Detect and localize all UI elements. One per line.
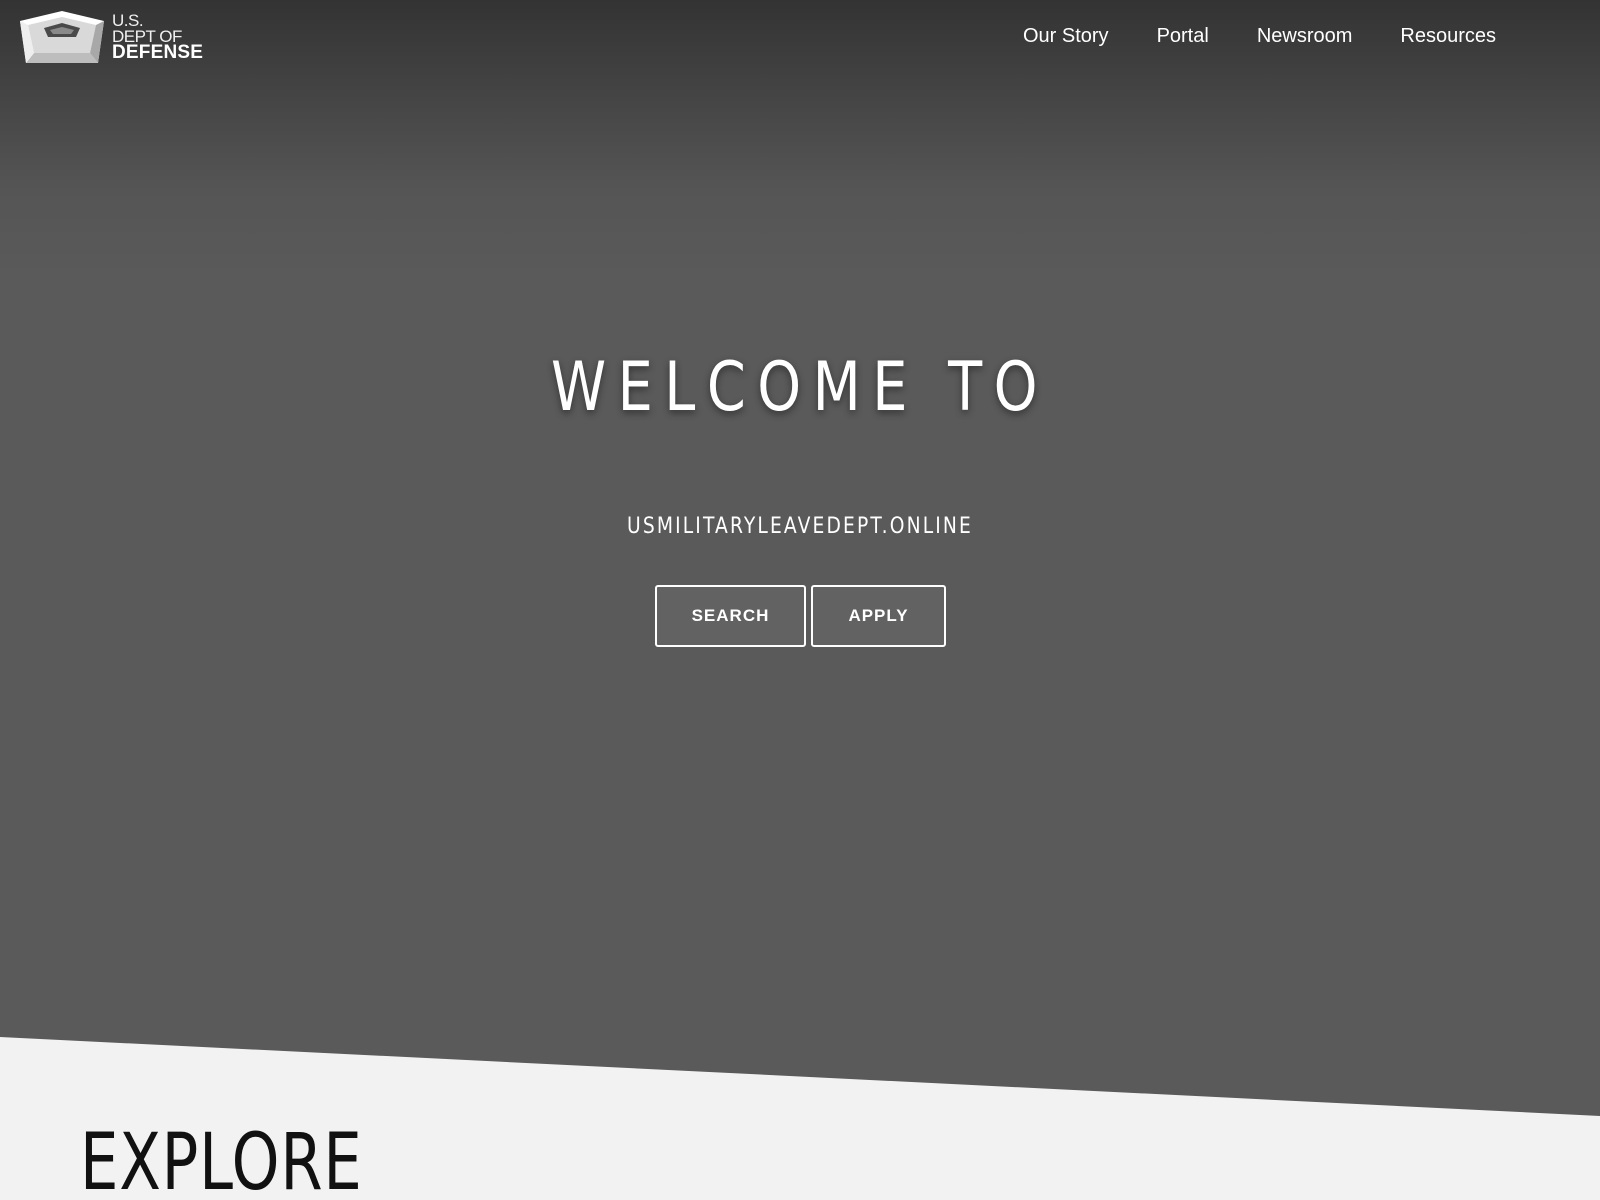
logo-line-3: DEFENSE (112, 42, 204, 63)
explore-heading: EXPLORE (80, 1118, 363, 1200)
logo-text: U.S. DEPT OF DEFENSE (112, 12, 204, 63)
nav-link-our-story[interactable]: Our Story (1023, 23, 1109, 49)
hero-buttons: SEARCH APPLY (655, 585, 946, 647)
pentagon-icon (20, 11, 104, 63)
main-nav: Our Story Portal Newsroom Resources (975, 23, 1496, 49)
nav-link-newsroom[interactable]: Newsroom (1257, 23, 1353, 49)
search-button[interactable]: SEARCH (655, 585, 806, 647)
hero-subtitle: USMILITARYLEAVEDEPT.ONLINE (627, 514, 973, 539)
site-header: U.S. DEPT OF DEFENSE Our Story Portal Ne… (0, 0, 1600, 80)
apply-button[interactable]: APPLY (811, 585, 946, 647)
dod-logo[interactable]: U.S. DEPT OF DEFENSE (18, 8, 208, 66)
nav-link-portal[interactable]: Portal (1157, 23, 1209, 49)
nav-link-resources[interactable]: Resources (1400, 23, 1496, 49)
hero-title: WELCOME TO (550, 348, 1050, 427)
page: U.S. DEPT OF DEFENSE Our Story Portal Ne… (0, 0, 1600, 1200)
hero-section (0, 0, 1600, 1116)
